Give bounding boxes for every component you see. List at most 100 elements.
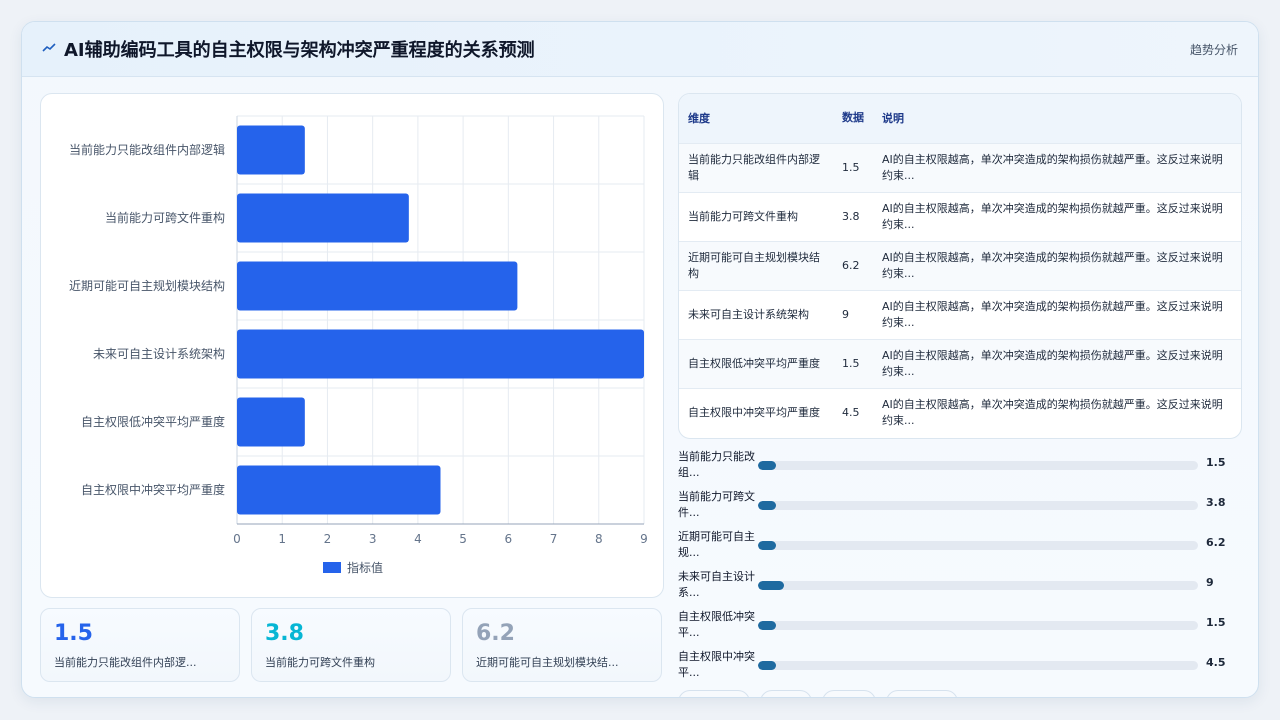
category-label: 未来可自主设计系统架构 [93,346,225,361]
progress-fill [758,581,785,590]
table-cell-dimension: 近期可能可自主规划模块结构 [688,250,820,280]
bar [237,261,518,311]
x-tick-label: 6 [505,532,513,546]
table-cell-value: 3.8 [842,209,860,223]
stat-label: 近期可能可自主规划模块结... [476,656,619,669]
filter-pill[interactable] [822,690,876,697]
bar-chart-panel: 当前能力只能改组件内部逻辑当前能力可跨文件重构近期可能可自主规划模块结构未来可自… [40,93,664,598]
bar [237,465,441,515]
progress-fill [758,661,776,670]
category-label: 近期可能可自主规划模块结构 [69,278,225,293]
progress-fill [758,501,776,510]
table-cell-dimension: 未来可自主设计系统架构 [688,307,809,321]
column-header: 数据 [842,111,864,125]
filter-pill[interactable] [886,690,958,697]
progress-label: 自主权限低冲突平... [678,610,755,639]
category-label: 当前能力只能改组件内部逻辑 [69,142,225,157]
x-tick-label: 0 [233,532,241,546]
filter-pill[interactable] [760,690,812,697]
progress-row: 当前能力可跨文件... 3.8 [678,489,1248,529]
trend-line-icon [42,41,56,55]
progress-label: 自主权限中冲突平... [678,650,755,679]
stat-value: 3.8 [265,621,304,646]
progress-label: 近期可能可自主规... [678,530,755,559]
table-cell-dimension: 自主权限低冲突平均严重度 [688,356,820,370]
column-header: 说明 [882,112,904,126]
table-row: 自主权限低冲突平均严重度 1.5 AI的自主权限越高，单次冲突造成的架构损伤就越严重… [679,339,1241,388]
progress-track [758,581,1198,590]
table-row: 当前能力可跨文件重构 3.8 AI的自主权限越高，单次冲突造成的架构损伤就越严重。这… [679,192,1241,241]
bar [237,329,644,379]
table-cell-dimension: 自主权限中冲突平均严重度 [688,405,820,419]
x-tick-label: 8 [595,532,603,546]
x-tick-label: 9 [640,532,648,546]
table-row: 自主权限中冲突平均严重度 4.5 AI的自主权限越高，单次冲突造成的架构损伤就越严重… [679,388,1241,437]
progress-fill [758,461,776,470]
progress-track [758,541,1198,550]
page-title: AI辅助编码工具的自主权限与架构冲突严重程度的关系预测 [64,40,535,61]
stat-value: 1.5 [54,621,93,646]
x-tick-label: 1 [278,532,286,546]
progress-value: 9 [1206,576,1214,589]
progress-row: 近期可能可自主规... 6.2 [678,529,1248,569]
x-tick-label: 3 [369,532,377,546]
filter-pills [678,690,1238,697]
table-cell-dimension: 当前能力只能改组件内部逻辑 [688,152,820,182]
filter-pill[interactable] [678,690,750,697]
progress-value: 1.5 [1206,616,1226,629]
table-row: 近期可能可自主规划模块结构 6.2 AI的自主权限越高，单次冲突造成的架构损伤就越严… [679,241,1241,290]
column-header: 维度 [688,112,710,126]
header-bar: AI辅助编码工具的自主权限与架构冲突严重程度的关系预测 趋势分析 [22,22,1258,77]
progress-fill [758,621,776,630]
table-row: 当前能力只能改组件内部逻辑 1.5 AI的自主权限越高，单次冲突造成的架构损伤就越严… [679,143,1241,192]
table-cell-description: AI的自主权限越高，单次冲突造成的架构损伤就越严重。这反过来说明约束... [882,299,1223,329]
category-label: 自主权限中冲突平均严重度 [81,482,225,497]
progress-label: 未来可自主设计系... [678,570,755,599]
table-cell-value: 9 [842,307,849,321]
table-cell-description: AI的自主权限越高，单次冲突造成的架构损伤就越严重。这反过来说明约束... [882,201,1223,231]
table-cell-description: AI的自主权限越高，单次冲突造成的架构损伤就越严重。这反过来说明约束... [882,250,1223,280]
trend-analysis-link[interactable]: 趋势分析 [1190,41,1238,58]
progress-value: 3.8 [1206,496,1226,509]
x-tick-label: 2 [324,532,332,546]
x-tick-label: 4 [414,532,422,546]
category-label: 当前能力可跨文件重构 [105,210,225,225]
table-cell-value: 1.5 [842,160,860,174]
x-tick-label: 7 [550,532,558,546]
stat-label: 当前能力只能改组件内部逻... [54,656,197,669]
stat-card-3: 6.2 近期可能可自主规划模块结... [462,608,662,682]
table-header-row: 维度 数据 说明 [679,94,1241,143]
progress-track [758,621,1198,630]
progress-track [758,661,1198,670]
progress-row: 自主权限低冲突平... 1.5 [678,609,1248,649]
table-cell-description: AI的自主权限越高，单次冲突造成的架构损伤就越严重。这反过来说明约束... [882,152,1223,182]
table-row: 未来可自主设计系统架构 9 AI的自主权限越高，单次冲突造成的架构损伤就越严重。这反… [679,290,1241,339]
x-tick-label: 5 [459,532,467,546]
progress-row: 未来可自主设计系... 9 [678,569,1248,609]
data-table-panel: 维度 数据 说明 当前能力只能改组件内部逻辑 1.5 AI的自主权限越高，单次冲突造… [678,93,1242,439]
table-cell-dimension: 当前能力可跨文件重构 [688,209,798,223]
stat-label: 当前能力可跨文件重构 [265,656,375,669]
table-cell-value: 6.2 [842,258,860,272]
stat-value: 6.2 [476,621,515,646]
bar [237,397,305,447]
table-cell-value: 4.5 [842,405,860,419]
legend-swatch [323,562,341,573]
progress-value: 6.2 [1206,536,1226,549]
bar-chart: 当前能力只能改组件内部逻辑当前能力可跨文件重构近期可能可自主规划模块结构未来可自… [69,115,648,575]
progress-value: 1.5 [1206,456,1226,469]
stat-card-2: 3.8 当前能力可跨文件重构 [251,608,451,682]
bar [237,193,409,243]
progress-track [758,501,1198,510]
legend-label: 指标值 [347,560,383,575]
progress-label: 当前能力只能改组... [678,450,755,479]
table-cell-description: AI的自主权限越高，单次冲突造成的架构损伤就越严重。这反过来说明约束... [882,397,1223,427]
progress-row: 当前能力只能改组... 1.5 [678,449,1248,489]
progress-value: 4.5 [1206,656,1226,669]
progress-label: 当前能力可跨文件... [678,490,755,519]
bar [237,125,305,175]
progress-fill [758,541,777,550]
progress-row: 自主权限中冲突平... 4.5 [678,649,1248,689]
table-cell-description: AI的自主权限越高，单次冲突造成的架构损伤就越严重。这反过来说明约束... [882,348,1223,378]
progress-track [758,461,1198,470]
